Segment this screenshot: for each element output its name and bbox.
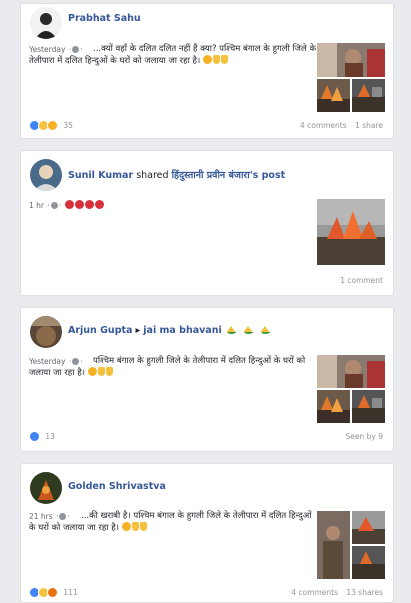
post-text-content: पश्चिम बंगाल के हुगली जिले के तेलीपारा म… [29, 356, 306, 378]
photo-thumbnail[interactable] [352, 546, 385, 579]
post-text-content: ...क्यों वहाँ के दलित दलित नहीं हैं क्या… [29, 44, 316, 66]
angry-emoji-icon [94, 200, 104, 209]
hand-emoji-icon [213, 55, 220, 64]
photo-thumbnail[interactable] [352, 79, 385, 112]
hand-emoji-icon [221, 55, 228, 64]
reactions-summary[interactable]: 35 [29, 120, 73, 131]
post-image[interactable] [317, 199, 385, 265]
flex-emoji-icon [225, 326, 236, 334]
engagement-stats: 4 comments 13 shares [291, 588, 383, 597]
globe-icon [50, 202, 58, 209]
angry-emoji-icon [74, 200, 84, 209]
comments-link[interactable]: 1 comment [340, 276, 383, 285]
post-text: पश्चिम बंगाल के हुगली जिले के तेलीपारा म… [29, 355, 319, 379]
reaction-count: 111 [63, 588, 78, 597]
post-header: Sunil Kumar shared हिंदुस्तानी प्रवीन बं… [68, 168, 285, 181]
post-header: Golden Shrivastva [68, 481, 166, 492]
photo-thumbnail[interactable] [317, 43, 385, 77]
post-meta: 1 hr · · [29, 200, 105, 210]
photo-thumbnail[interactable] [352, 511, 385, 544]
engagement-stats: 4 comments 1 share [300, 121, 383, 130]
news-feed: Prabhat Sahu Yesterday · · ...क्यों वहाँ … [0, 0, 411, 603]
avatar[interactable] [30, 472, 62, 504]
sad-emoji-icon [121, 522, 131, 531]
post-footer: 1 comment [29, 275, 383, 287]
reaction-count: 35 [63, 121, 73, 130]
post-header: Arjun Gupta ▸ jai ma bhavani [68, 325, 273, 336]
post-footer: 35 4 comments 1 share [29, 120, 383, 132]
hand-emoji-icon [139, 522, 147, 531]
reactions-summary[interactable]: 111 [29, 587, 78, 598]
post-text: ...की खराबी है। पश्चिम बंगाल के हुगली जि… [29, 510, 319, 534]
shares-link[interactable]: 13 shares [346, 588, 383, 597]
hand-emoji-icon [105, 367, 113, 376]
photo-thumbnail[interactable] [317, 390, 350, 423]
photo-thumbnail[interactable] [317, 79, 350, 112]
hand-emoji-icon [131, 522, 139, 531]
post-text-content: ...की खराबी है। पश्चिम बंगाल के हुगली जि… [29, 511, 312, 533]
avatar[interactable] [30, 159, 62, 191]
hand-emoji-icon [97, 367, 105, 376]
engagement-stats: Seen by 9 [346, 432, 383, 441]
photo-thumbnail[interactable] [317, 511, 350, 579]
author-name[interactable]: Sunil Kumar [68, 170, 133, 181]
angry-reaction-icon [47, 587, 58, 598]
author-name[interactable]: Prabhat Sahu [68, 13, 141, 24]
post-footer: 111 4 comments 13 shares [29, 587, 383, 599]
angry-emoji-icon [64, 200, 74, 209]
shares-link[interactable]: 1 share [355, 121, 383, 130]
flex-emoji-icon [242, 326, 253, 334]
post-footer: 13 Seen by 9 [29, 431, 383, 443]
post-card: Arjun Gupta ▸ jai ma bhavani Yesterday ·… [20, 307, 394, 452]
feeling-arrow: ▸ [135, 325, 141, 336]
post-header: Prabhat Sahu [68, 13, 141, 24]
shared-text: shared [136, 170, 169, 181]
post-image-grid[interactable] [317, 355, 385, 423]
photo-thumbnail[interactable] [317, 355, 385, 388]
engagement-stats: 1 comment [340, 276, 383, 285]
post-card: Sunil Kumar shared हिंदुस्तानी प्रवीन बं… [20, 150, 394, 296]
flex-emoji-icon [259, 326, 270, 334]
reaction-count: 13 [45, 432, 55, 441]
reactions-summary[interactable]: 13 [29, 431, 55, 442]
avatar[interactable] [30, 316, 62, 348]
post-image-grid[interactable] [317, 511, 385, 579]
like-reaction-icon [29, 431, 40, 442]
seen-by-link[interactable]: Seen by 9 [346, 432, 383, 441]
post-card: Prabhat Sahu Yesterday · · ...क्यों वहाँ … [20, 3, 394, 139]
author-name[interactable]: Golden Shrivastva [68, 481, 166, 492]
comments-link[interactable]: 4 comments [300, 121, 347, 130]
shared-page-link[interactable]: हिंदुस्तानी प्रवीन बंजारा's post [172, 170, 286, 181]
post-text: ...क्यों वहाँ के दलित दलित नहीं हैं क्या… [29, 43, 319, 67]
wow-reaction-icon [47, 120, 58, 131]
sad-emoji-icon [203, 55, 212, 64]
comments-link[interactable]: 4 comments [291, 588, 338, 597]
angry-emoji-icon [84, 200, 94, 209]
feeling-text[interactable]: jai ma bhavani [143, 325, 221, 336]
post-image-grid[interactable] [317, 43, 385, 113]
sad-emoji-icon [87, 367, 97, 376]
post-time[interactable]: 1 hr [29, 201, 44, 210]
photo-thumbnail[interactable] [317, 199, 385, 265]
photo-thumbnail[interactable] [352, 390, 385, 423]
author-name[interactable]: Arjun Gupta [68, 325, 132, 336]
avatar[interactable] [30, 7, 62, 39]
post-card: Golden Shrivastva 21 hrs · · ...की खराबी … [20, 463, 394, 603]
